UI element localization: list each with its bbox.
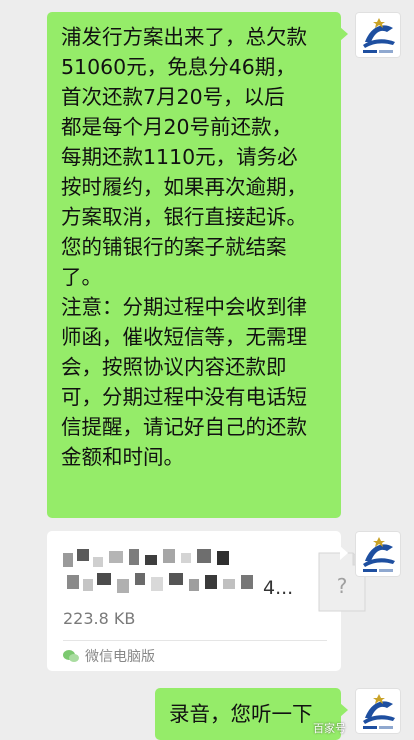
- message-line: 51060元，免息分46期，: [61, 55, 296, 79]
- message-line: 您的铺银行的案子就结案: [61, 235, 287, 259]
- logo-icon: [363, 18, 395, 53]
- message-line: 首次还款7月20号，以后: [61, 85, 285, 109]
- message-line: 都是每个月20号前还款，: [61, 115, 293, 139]
- message-line: 了。: [61, 265, 102, 289]
- file-card-divider: [63, 640, 327, 641]
- logo-icon: [363, 537, 395, 572]
- message-line: 会，按照协议内容还款即: [61, 355, 287, 379]
- message-line: 方案取消，银行直接起诉。: [61, 205, 307, 229]
- sender-avatar[interactable]: [355, 12, 401, 58]
- file-name-blurred: [63, 549, 273, 603]
- message-line: 可，分期过程中没有电话短: [61, 385, 307, 409]
- file-source-label: 微信电脑版: [85, 649, 155, 665]
- message-bubble-plan[interactable]: 浦发行方案出来了，总欠款 51060元，免息分46期， 首次还款7月20号，以后…: [47, 12, 348, 518]
- svg-text:?: ?: [337, 574, 348, 598]
- message-line: 浦发行方案出来了，总欠款: [61, 25, 307, 49]
- message-line: 信提醒，请记好自己的还款: [61, 415, 307, 439]
- file-size: 223.8 KB: [63, 609, 136, 628]
- file-message-card[interactable]: 4... 223.8 KB ? 微信电脑版: [47, 531, 366, 671]
- file-source: 微信电脑版: [63, 646, 155, 666]
- message-line: 师函，催收短信等，无需理: [61, 325, 307, 349]
- message-line: 金额和时间。: [61, 445, 184, 469]
- sender-avatar[interactable]: [355, 531, 401, 577]
- file-name-suffix: 4...: [263, 577, 294, 599]
- wechat-icon: [63, 650, 79, 662]
- message-line: 注意：分期过程中会收到律: [61, 295, 307, 319]
- watermark: 百家号: [313, 722, 346, 735]
- message-line: 录音，您听一下: [169, 702, 313, 726]
- message-line: 每期还款1110元，请务必: [61, 145, 298, 169]
- message-line: 按时履约，如果再次逾期，: [61, 175, 307, 199]
- sender-avatar[interactable]: [355, 688, 401, 734]
- logo-icon: [363, 694, 395, 729]
